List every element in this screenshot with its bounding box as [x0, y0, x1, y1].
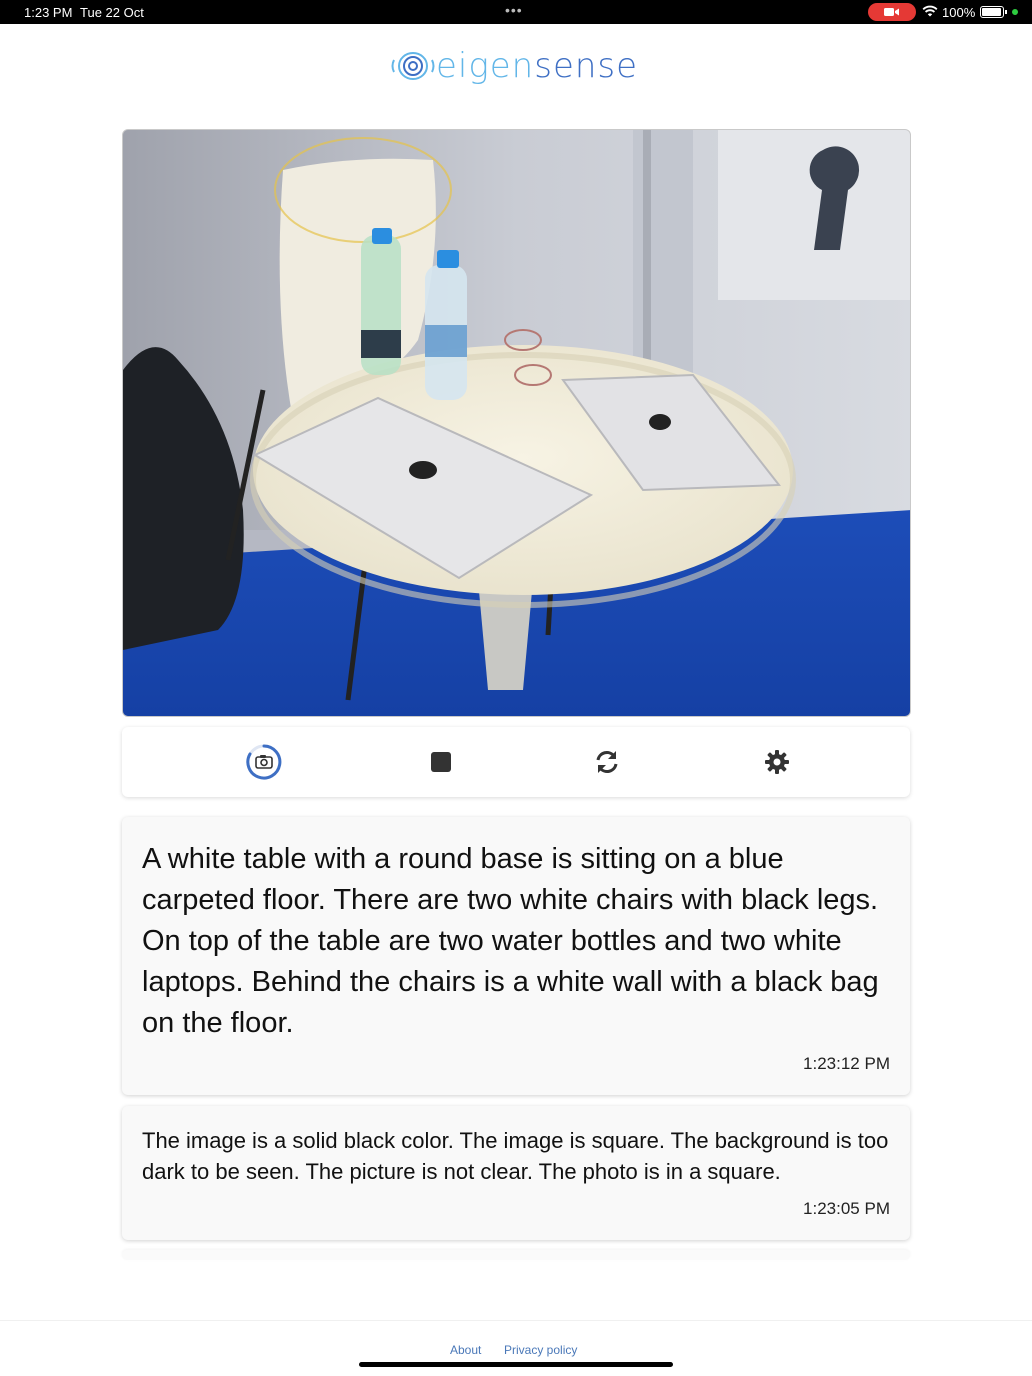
status-bar: 1:23 PM Tue 22 Oct ••• 100% — [0, 0, 1032, 24]
result-card: A white table with a round base is sitti… — [122, 817, 910, 1095]
battery-icon — [980, 6, 1004, 18]
result-card: The image is a solid black color. The im… — [122, 1106, 910, 1240]
about-link[interactable]: About — [450, 1343, 481, 1357]
stop-button[interactable] — [421, 742, 461, 782]
result-description: The image is a solid black color. The im… — [142, 1128, 889, 1184]
stop-icon — [431, 752, 451, 772]
home-indicator[interactable] — [359, 1362, 673, 1367]
multitasking-dots-icon[interactable]: ••• — [505, 2, 523, 18]
wifi-icon — [922, 5, 938, 17]
mic-indicator-dot — [1012, 9, 1018, 15]
result-timestamp: 1:23:05 PM — [803, 1199, 890, 1218]
refresh-icon — [596, 751, 618, 773]
result-timestamp: 1:23:12 PM — [803, 1054, 890, 1073]
refresh-button[interactable] — [587, 742, 627, 782]
control-toolbar — [122, 727, 910, 797]
privacy-policy-link[interactable]: Privacy policy — [504, 1343, 577, 1357]
status-time: 1:23 PM — [24, 5, 73, 20]
camera-recording-icon — [868, 3, 916, 21]
settings-button[interactable] — [757, 742, 797, 782]
battery-percent: 100% — [942, 5, 976, 20]
eigensense-logo-icon — [391, 52, 435, 80]
logo-text-eigen: eigen — [436, 46, 535, 86]
camera-icon — [246, 744, 282, 780]
camera-preview-image — [122, 129, 911, 717]
status-date: Tue 22 Oct — [80, 5, 144, 20]
logo-text-sense: sense — [534, 46, 639, 86]
logo-wordmark: eigensense — [436, 46, 638, 86]
result-card-partial — [122, 1250, 910, 1260]
gear-icon — [765, 750, 789, 774]
app-logo: eigensense — [390, 46, 638, 86]
footer: About Privacy policy — [0, 1320, 1032, 1376]
capture-button[interactable] — [244, 742, 284, 782]
scene-photo — [123, 130, 910, 716]
result-description: A white table with a round base is sitti… — [142, 843, 879, 1039]
